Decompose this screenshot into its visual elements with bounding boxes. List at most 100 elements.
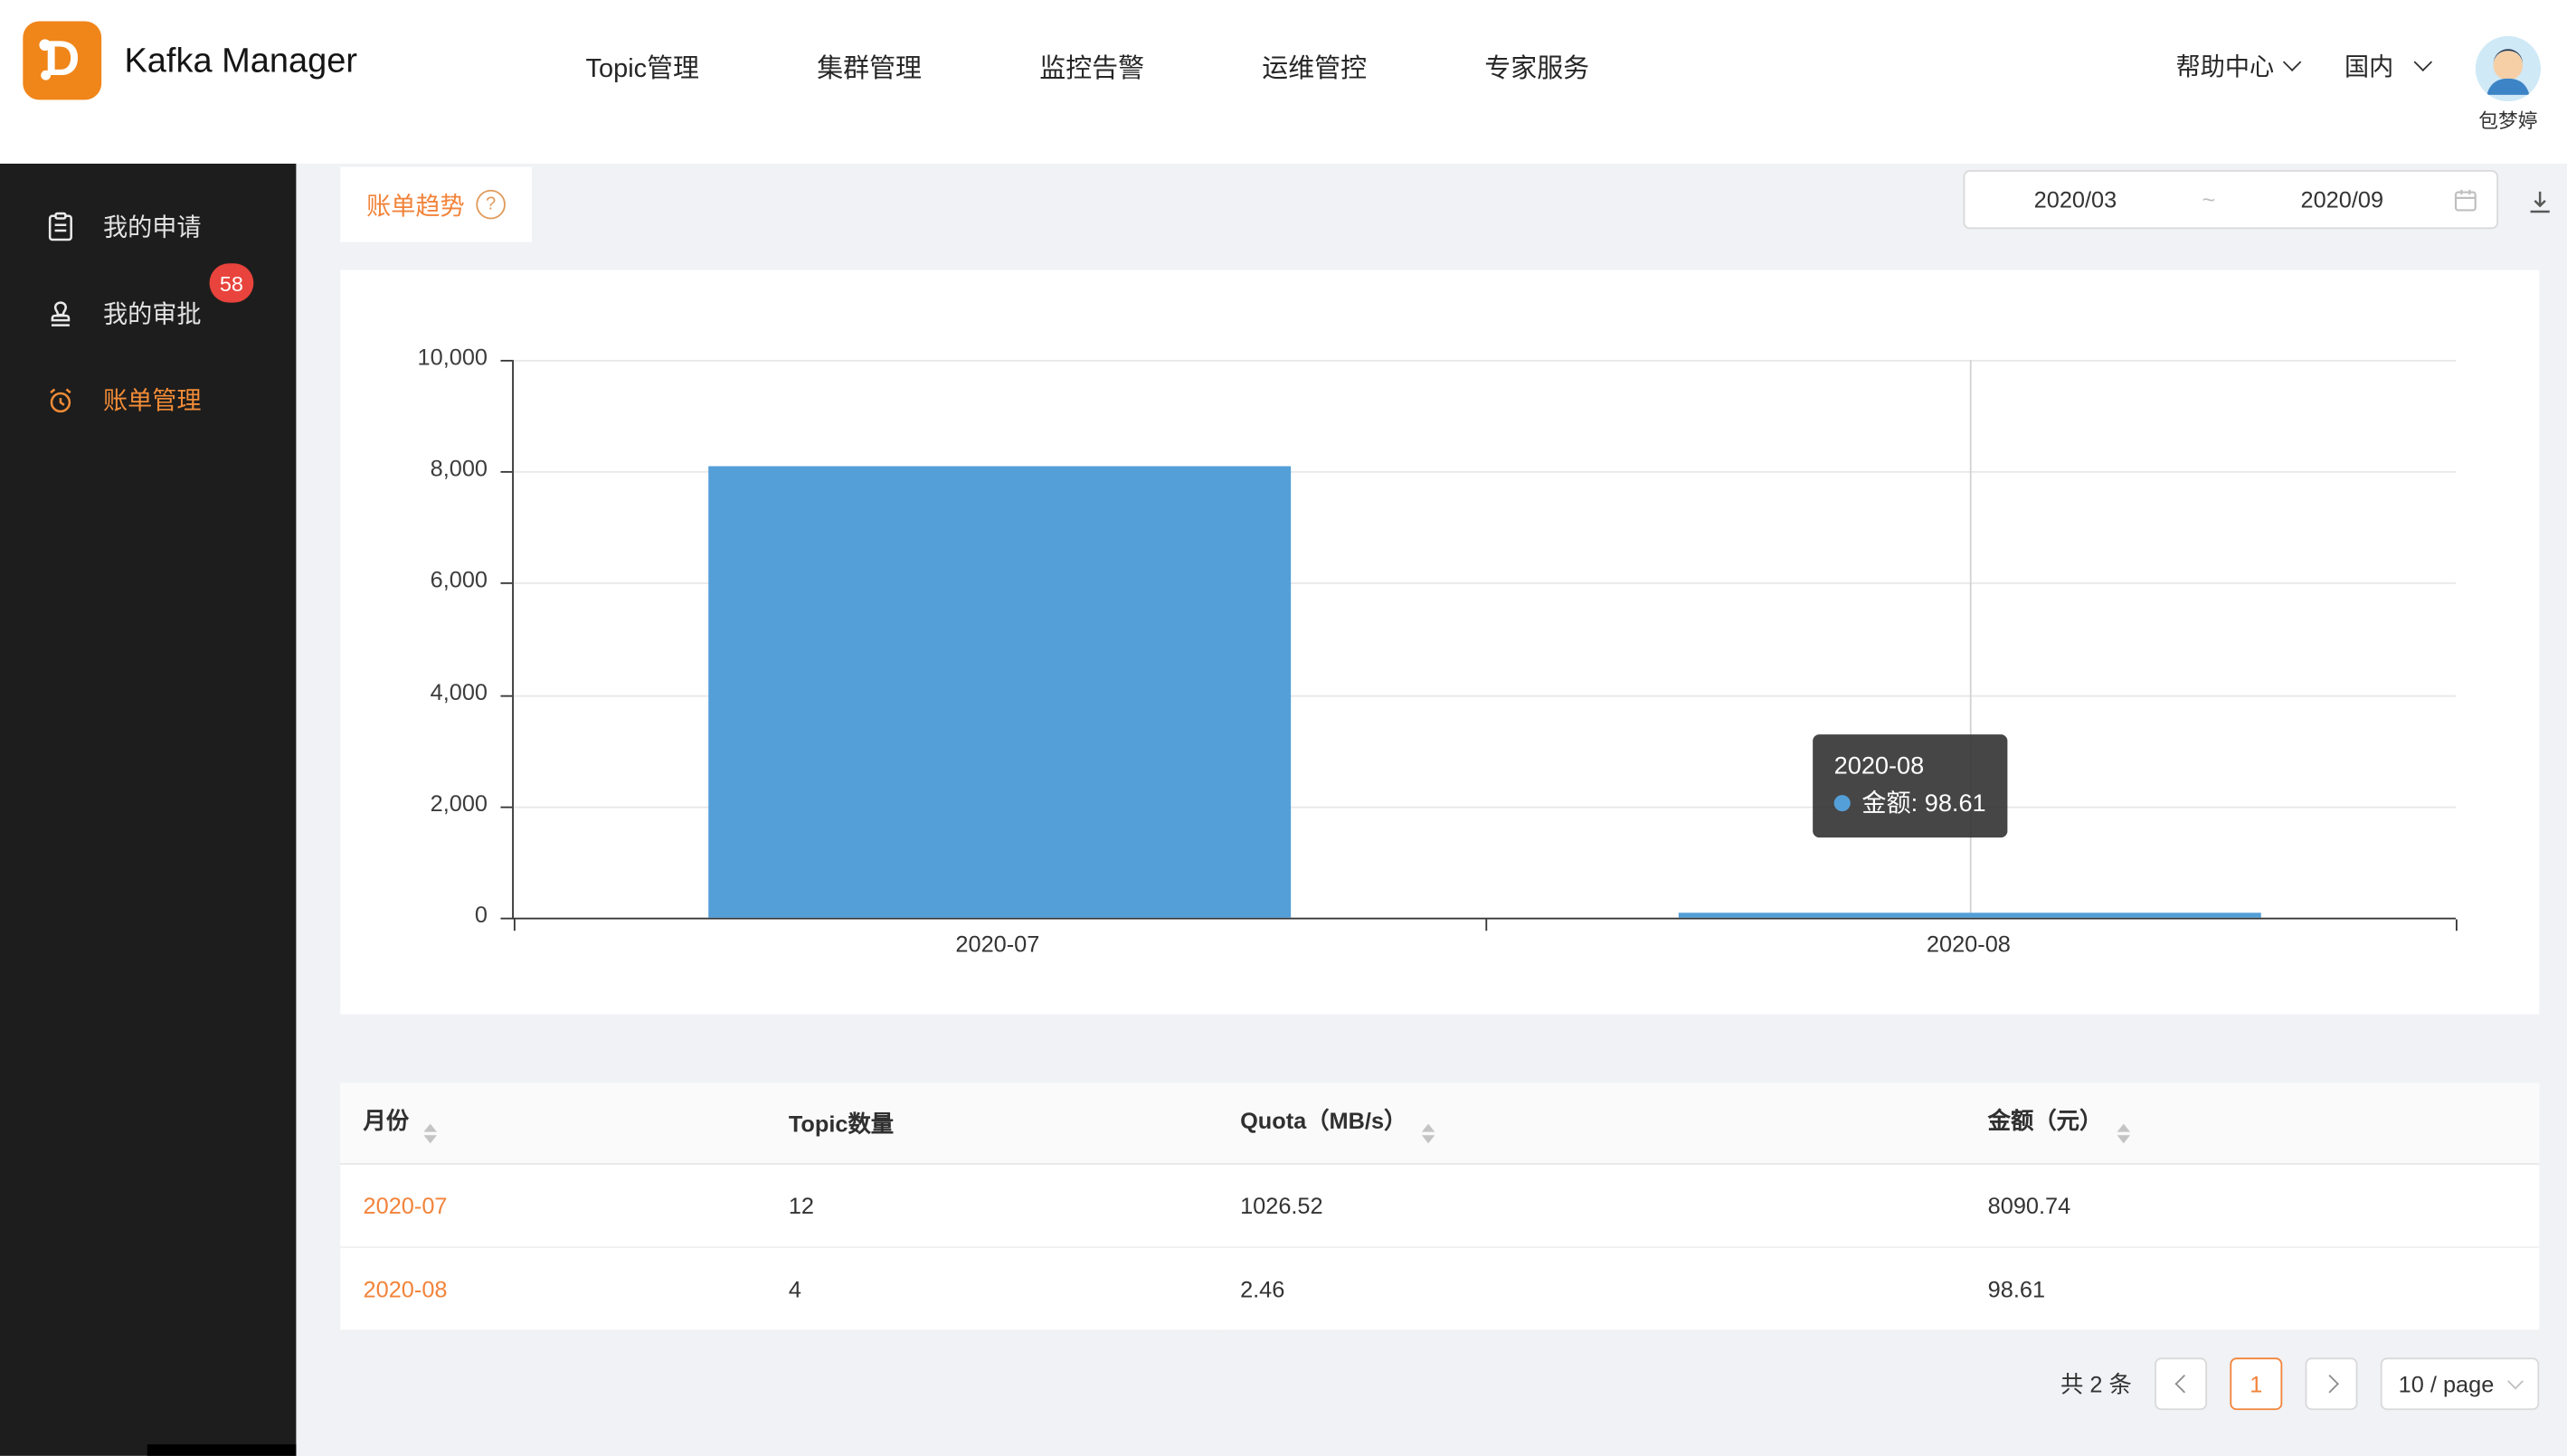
chart-gridline: [514, 360, 2456, 362]
tooltip-title: 2020-08: [1834, 748, 1986, 786]
y-axis-tick-label: 0: [340, 902, 488, 928]
sidebar-item-bill-management[interactable]: 账单管理: [0, 356, 296, 443]
chevron-down-icon: [2414, 53, 2432, 71]
nav-ops-control[interactable]: 运维管控: [1262, 46, 1367, 85]
sort-icon[interactable]: [1422, 1123, 1435, 1143]
header-right: 帮助中心 国内 包梦婷: [2176, 0, 2541, 131]
y-axis-tick: [500, 695, 512, 696]
sort-icon[interactable]: [2117, 1123, 2130, 1143]
user-menu[interactable]: 包梦婷: [2476, 36, 2541, 135]
y-axis-tick: [500, 918, 512, 920]
cell-amount: 98.61: [1965, 1247, 2539, 1330]
total-count-label: 共 2 条: [2060, 1367, 2132, 1400]
tab-label: 账单趋势: [366, 187, 465, 222]
region-menu[interactable]: 国内: [2344, 48, 2430, 82]
y-axis-tick: [500, 583, 512, 585]
date-range-picker[interactable]: 2020/03 ~ 2020/09: [1964, 170, 2498, 229]
sidebar-item-my-applications[interactable]: 我的申请: [0, 184, 296, 270]
chart-tooltip: 2020-08 金额: 98.61: [1813, 734, 2007, 837]
download-button[interactable]: [2521, 184, 2557, 220]
bar-2020-07[interactable]: [708, 467, 1291, 918]
cell-amount: 8090.74: [1965, 1164, 2539, 1247]
bill-trend-chart: 0 2,000 4,000 6,000 8,000 10,000 2020-08 金额: …: [340, 269, 2539, 1014]
approvals-count-badge: 58: [210, 263, 254, 302]
sidebar-item-label: 我的申请: [103, 210, 202, 244]
cell-topics: 4: [766, 1247, 1217, 1330]
region-label: 国内: [2344, 48, 2393, 82]
logo-dot: [41, 71, 51, 80]
prev-page-button[interactable]: [2155, 1357, 2207, 1410]
col-quota-label: Quota（MB/s）: [1240, 1107, 1407, 1133]
col-quota: Quota（MB/s）: [1217, 1083, 1966, 1164]
tooltip-value-row: 金额: 98.61: [1834, 786, 1986, 824]
col-amount: 金额（元）: [1965, 1083, 2539, 1164]
sidebar-item-label: 我的审批: [103, 296, 202, 330]
bill-table-grid: 月份 Topic数量 Quota（MB/s） 金额（元）: [340, 1083, 2539, 1331]
help-center-label: 帮助中心: [2176, 48, 2275, 82]
sidebar-item-my-approvals[interactable]: 我的审批 58: [0, 269, 296, 356]
avatar-image: [2476, 36, 2541, 101]
col-topic-count: Topic数量: [766, 1083, 1217, 1164]
nav-monitor-alert[interactable]: 监控告警: [1039, 46, 1144, 85]
bar-2020-08[interactable]: [1679, 912, 2261, 918]
main-content: 账单趋势 ? 2020/03 ~ 2020/09 0 2,000 4,000 6,00…: [296, 164, 2567, 1456]
help-center-menu[interactable]: 帮助中心: [2176, 48, 2299, 82]
sidebar: 我的申请 我的审批 58 账单管理: [0, 164, 296, 1456]
user-name: 包梦婷: [2478, 107, 2537, 135]
month-link[interactable]: 2020-07: [364, 1193, 448, 1219]
app-logo[interactable]: D: [23, 22, 101, 100]
nav-cluster-management[interactable]: 集群管理: [817, 46, 922, 85]
app-title: Kafka Manager: [124, 43, 357, 81]
nav-topic-management[interactable]: Topic管理: [586, 46, 699, 85]
series-dot-icon: [1834, 796, 1851, 812]
tab-bill-trend[interactable]: 账单趋势 ?: [340, 166, 532, 241]
app-header: D Kafka Manager Topic管理 集群管理 监控告警 运维管控 专…: [0, 0, 2567, 164]
x-axis-tick: [2456, 920, 2458, 931]
date-separator: ~: [2186, 186, 2232, 213]
bill-table: 月份 Topic数量 Quota（MB/s） 金额（元）: [340, 1083, 2539, 1331]
sort-icon[interactable]: [423, 1123, 436, 1143]
x-axis-tick: [1484, 920, 1486, 931]
next-page-button[interactable]: [2306, 1357, 2358, 1410]
clipboard-icon: [44, 210, 77, 242]
page-size-value: 10 / page: [2399, 1371, 2495, 1397]
cell-quota: 1026.52: [1217, 1164, 1966, 1247]
y-axis-tick-label: 10,000: [340, 344, 488, 370]
y-axis-tick-label: 2,000: [340, 789, 488, 816]
y-axis: 0 2,000 4,000 6,000 8,000 10,000: [340, 269, 498, 1014]
nav-expert-service[interactable]: 专家服务: [1484, 46, 1589, 85]
x-axis-tick: [514, 920, 516, 931]
chevron-down-icon: [2507, 1374, 2524, 1390]
sidebar-item-label: 账单管理: [103, 383, 202, 417]
main-nav: Topic管理 集群管理 监控告警 运维管控 专家服务: [586, 39, 1590, 91]
col-month: 月份: [340, 1083, 765, 1164]
table-row: 2020-08 4 2.46 98.61: [340, 1247, 2539, 1330]
app-viewport: D Kafka Manager Topic管理 集群管理 监控告警 运维管控 专…: [0, 0, 2567, 1456]
table-header-row: 月份 Topic数量 Quota（MB/s） 金额（元）: [340, 1083, 2539, 1164]
y-axis-tick-label: 4,000: [340, 678, 488, 704]
month-link[interactable]: 2020-08: [364, 1276, 448, 1302]
col-topic-count-label: Topic数量: [789, 1110, 894, 1136]
cell-topics: 12: [766, 1164, 1217, 1247]
col-month-label: 月份: [364, 1107, 410, 1133]
x-axis-label: 2020-07: [899, 931, 1095, 957]
download-icon: [2525, 187, 2553, 215]
y-axis-tick-label: 8,000: [340, 455, 488, 481]
col-amount-label: 金额（元）: [1988, 1107, 2103, 1133]
pagination: 共 2 条 1 10 / page: [340, 1357, 2539, 1410]
avatar[interactable]: [2476, 36, 2541, 101]
date-end[interactable]: 2020/09: [2231, 186, 2452, 213]
tooltip-value: 金额: 98.61: [1861, 790, 1985, 818]
sidebar-collapse-strip[interactable]: [147, 1444, 297, 1456]
logo-dot: [39, 39, 51, 51]
page-size-select[interactable]: 10 / page: [2381, 1357, 2539, 1410]
x-axis-label: 2020-08: [1871, 931, 2067, 957]
y-axis-tick-label: 6,000: [340, 567, 488, 593]
help-question-icon[interactable]: ?: [476, 190, 506, 220]
cell-quota: 2.46: [1217, 1247, 1966, 1330]
date-start[interactable]: 2020/03: [1965, 186, 2185, 213]
y-axis-tick: [500, 471, 512, 473]
calendar-icon: [2452, 186, 2478, 213]
page-1-button[interactable]: 1: [2230, 1357, 2282, 1410]
chevron-down-icon: [2283, 53, 2301, 71]
